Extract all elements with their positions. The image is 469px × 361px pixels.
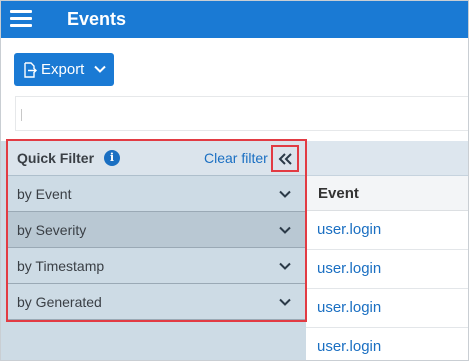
filter-item-by-event[interactable]: by Event [8,176,305,212]
quick-filter-header: Quick Filter i Clear filter [8,141,305,176]
text-caret [21,109,22,121]
chevron-down-icon [279,298,291,306]
table-row[interactable]: user.login [306,211,468,250]
search-input[interactable] [15,96,468,131]
top-bar: Events [1,1,468,38]
chevron-down-icon [94,65,106,73]
filter-item-by-generated[interactable]: by Generated [8,284,305,320]
table-row[interactable]: user.login [306,250,468,289]
export-button[interactable]: Export [14,53,114,86]
page-title: Events [67,9,127,29]
collapse-panel-button[interactable] [271,145,299,172]
event-link[interactable]: user.login [317,299,381,316]
export-label: Export [41,61,85,78]
app-window: Events Export Event user.login user.logi… [0,0,469,361]
filter-item-by-severity[interactable]: by Severity [8,212,305,248]
clear-filter-link[interactable]: Clear filter [204,150,268,166]
filter-item-label: by Generated [17,294,102,310]
event-link[interactable]: user.login [317,221,381,238]
event-link[interactable]: user.login [317,260,381,277]
table-row[interactable]: user.login [306,289,468,328]
column-header-event[interactable]: Event [306,176,468,211]
chevron-down-icon [279,190,291,198]
event-link[interactable]: user.login [317,338,381,355]
quick-filter-title: Quick Filter [17,150,95,166]
export-file-icon [24,62,37,78]
hamburger-menu-icon[interactable] [10,10,32,27]
filter-item-label: by Event [17,186,72,202]
filter-item-label: by Severity [17,222,87,238]
filter-item-label: by Timestamp [17,258,105,274]
chevron-down-icon [279,226,291,234]
info-icon[interactable]: i [104,150,120,166]
chevron-down-icon [279,262,291,270]
table-row[interactable]: user.login [306,328,468,360]
column-header-label: Event [318,185,359,202]
grid-toolbar [306,141,468,176]
double-chevron-left-icon [278,153,292,165]
filter-item-by-timestamp[interactable]: by Timestamp [8,248,305,284]
